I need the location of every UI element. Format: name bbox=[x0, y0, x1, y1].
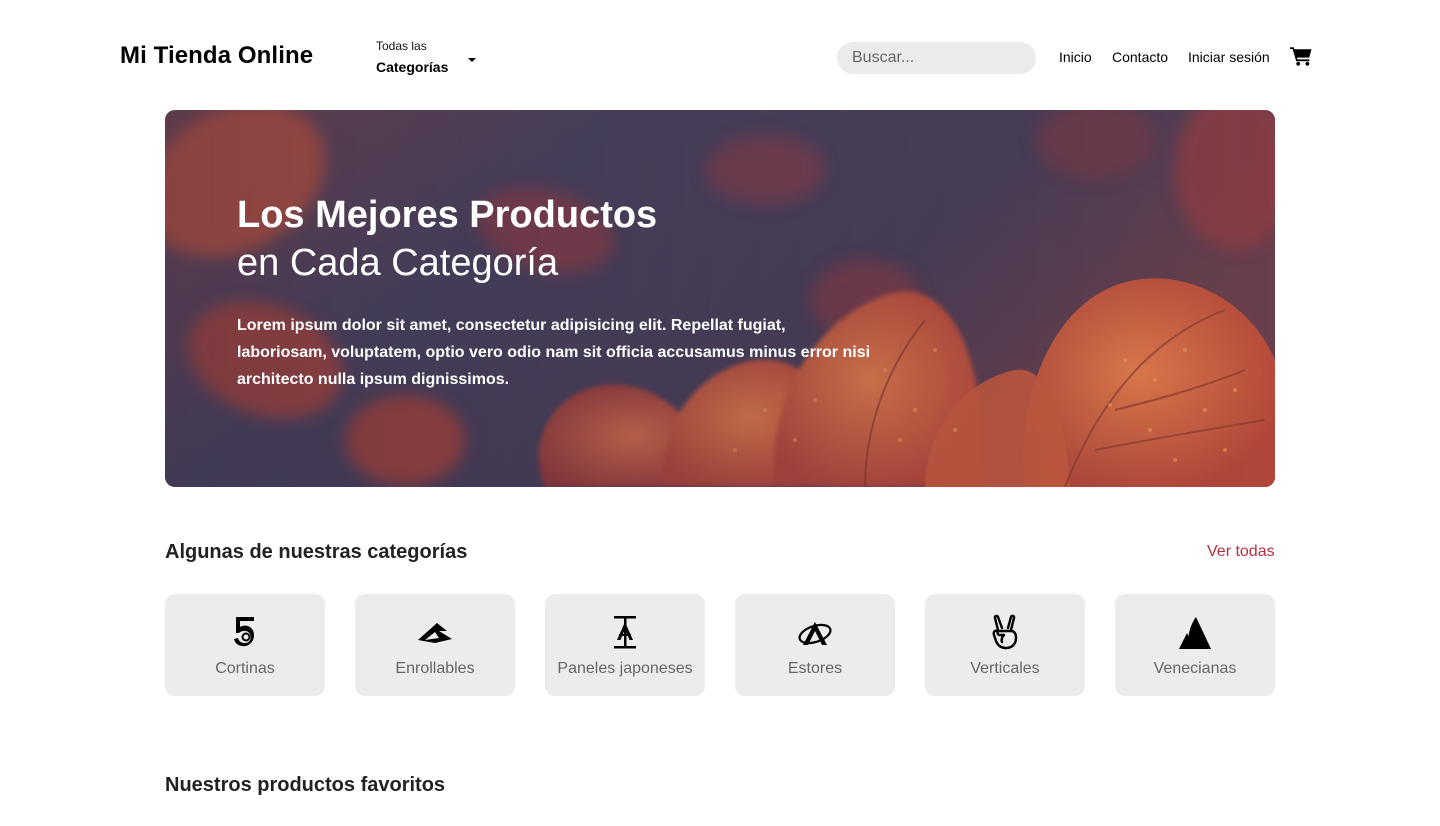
category-label: Cortinas bbox=[215, 660, 275, 677]
nav-home-link[interactable]: Inicio bbox=[1059, 49, 1092, 65]
search-input[interactable] bbox=[837, 42, 1036, 74]
categories-dropdown[interactable]: Todas las Categorías bbox=[376, 39, 476, 78]
500px-icon bbox=[234, 617, 254, 647]
site-header: Mi Tienda Online Todas las Categorías In… bbox=[0, 0, 1440, 110]
category-label: Estores bbox=[787, 660, 843, 677]
affiliatetheme-icon bbox=[798, 622, 832, 645]
categories-section-title: Algunas de nuestras categorías bbox=[165, 541, 468, 563]
hero-title: Los Mejores Productos bbox=[237, 194, 658, 236]
category-card-venecianas[interactable]: Venecianas bbox=[1115, 594, 1275, 696]
nav-login-link[interactable]: Iniciar sesión bbox=[1188, 49, 1270, 65]
chevron-down-icon bbox=[468, 58, 476, 62]
hero-banner: Los Mejores Productos en Cada Categoría … bbox=[165, 110, 1275, 487]
shopping-cart-icon[interactable] bbox=[1290, 46, 1312, 66]
adversal-icon bbox=[614, 616, 636, 649]
hero-leaves-image bbox=[165, 110, 1275, 487]
see-all-categories-link[interactable]: Ver todas bbox=[1207, 543, 1275, 561]
site-logo[interactable]: Mi Tienda Online bbox=[120, 42, 313, 70]
category-label: Verticales bbox=[970, 660, 1040, 677]
hero-description: Lorem ipsum dolor sit amet, consectetur … bbox=[237, 317, 871, 388]
accusoft-icon bbox=[418, 623, 452, 643]
category-label: Venecianas bbox=[1153, 660, 1237, 677]
category-card-verticales[interactable]: Verticales bbox=[925, 594, 1085, 696]
category-card-enrollables[interactable]: Enrollables bbox=[355, 594, 515, 696]
categories-dropdown-small-label: Todas las bbox=[376, 39, 427, 53]
category-card-cortinas[interactable]: Cortinas bbox=[165, 594, 325, 696]
categories-dropdown-label: Categorías bbox=[376, 59, 449, 75]
category-card-estores[interactable]: Estores bbox=[735, 594, 895, 696]
category-label: Enrollables bbox=[395, 660, 475, 677]
category-label: Paneles japoneses bbox=[557, 660, 693, 677]
hero-subtitle: en Cada Categoría bbox=[237, 242, 559, 284]
favorites-section-title: Nuestros productos favoritos bbox=[165, 774, 446, 796]
category-card-paneles-japoneses[interactable]: Paneles japoneses bbox=[545, 594, 705, 696]
angellist-icon bbox=[992, 614, 1018, 650]
nav-contact-link[interactable]: Contacto bbox=[1112, 49, 1168, 65]
atlassian-icon bbox=[1179, 617, 1211, 649]
